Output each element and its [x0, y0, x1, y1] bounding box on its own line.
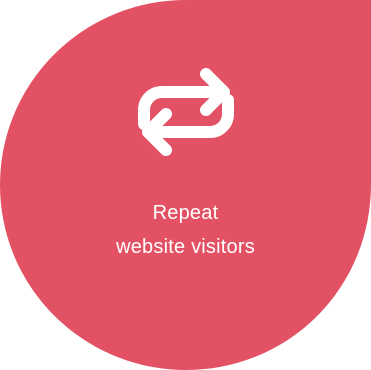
repeat-visitors-card: Repeat website visitors — [0, 0, 371, 370]
repeat-icon — [138, 68, 234, 156]
caption-line-1: Repeat — [152, 202, 219, 224]
caption-line-2: website visitors — [116, 236, 255, 258]
card-shape — [0, 0, 371, 370]
card-caption: Repeat website visitors — [40, 196, 331, 264]
